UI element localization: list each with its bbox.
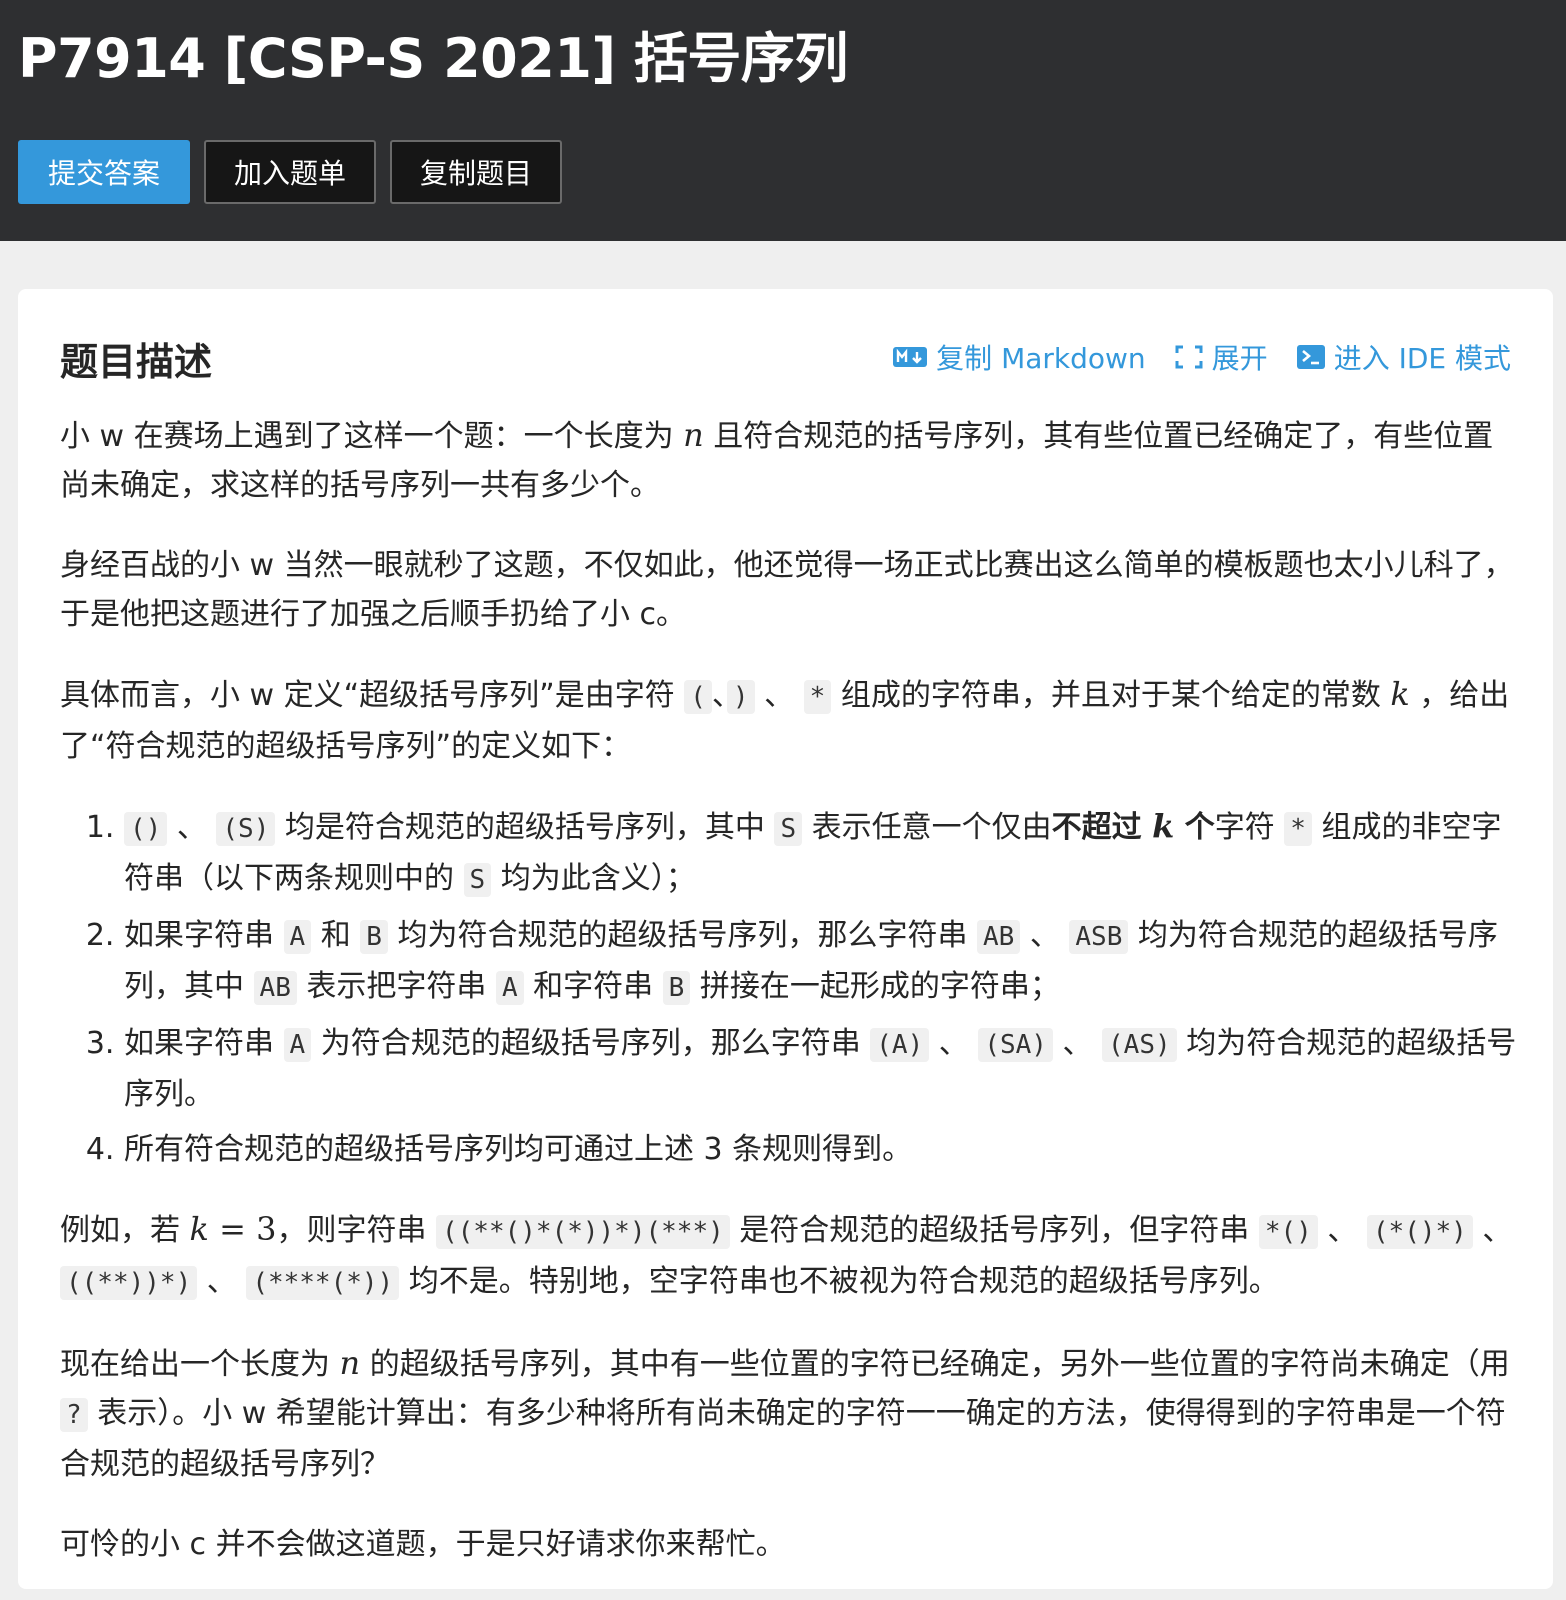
inline-code: ( (684, 680, 712, 714)
inline-code: ? (60, 1398, 88, 1432)
paragraph: 可怜的小 c 并不会做这道题，于是只好请求你来帮忙。 (60, 1527, 786, 1562)
ide-mode-link[interactable]: 进入 IDE 模式 (1296, 337, 1511, 377)
inline-code: AB (977, 920, 1021, 954)
inline-code: (*()*) (1366, 1215, 1473, 1249)
copy-problem-button[interactable]: 复制题目 (390, 140, 562, 204)
inline-code: (S) (216, 812, 276, 846)
submit-button[interactable]: 提交答案 (18, 140, 190, 204)
math-k: k (189, 1210, 209, 1248)
inline-code: ) (726, 680, 755, 714)
section-title: 题目描述 (60, 340, 213, 384)
page-title: P7914 [CSP-S 2021] 括号序列 (18, 27, 848, 90)
rules-list: () 、 (S) 均是符合规范的超级括号序列，其中 S 表示任意一个仅由不超过 … (60, 802, 1520, 1174)
inline-code: *() (1258, 1215, 1318, 1249)
list-item: () 、 (S) 均是符合规范的超级括号序列，其中 S 表示任意一个仅由不超过 … (124, 802, 1520, 905)
problem-header: P7914 [CSP-S 2021] 括号序列 提交答案 加入题单 复制题目 (0, 0, 1566, 241)
inline-code: ASB (1069, 920, 1129, 954)
paragraph: 例如，若 k = 3，则字符串 ((**()*(*))*)(***) 是符合规范… (60, 1210, 1513, 1300)
inline-code: B (360, 920, 388, 954)
add-to-list-button[interactable]: 加入题单 (204, 140, 376, 204)
terminal-icon (1296, 344, 1326, 370)
inline-code: ((**()*(*))*)(***) (436, 1215, 730, 1249)
inline-code: * (1284, 812, 1312, 846)
inline-code: A (495, 971, 524, 1005)
inline-code: (A) (870, 1028, 930, 1062)
math-k: k (1152, 807, 1175, 845)
inline-code: (SA) (978, 1028, 1053, 1062)
inline-code: (AS) (1102, 1028, 1177, 1062)
math-k: k (1390, 675, 1410, 713)
inline-code: A (283, 920, 312, 954)
list-item: 如果字符串 A 和 B 均为符合规范的超级括号序列，那么字符串 AB 、 ASB… (124, 911, 1520, 1013)
paragraph: 现在给出一个长度为 n 的超级括号序列，其中有一些位置的字符已经确定，另外一些位… (60, 1344, 1510, 1482)
inline-code: S (774, 812, 803, 846)
list-item: 所有符合规范的超级括号序列均可通过上述 3 条规则得到。 (124, 1125, 1520, 1174)
math-n: n (683, 416, 704, 454)
copy-markdown-label: 复制 Markdown (936, 342, 1146, 375)
paragraph: 身经百战的小 w 当然一眼就秒了这题，不仅如此，他还觉得一场正式比赛出这么简单的… (60, 548, 1514, 632)
inline-code: A (283, 1028, 312, 1062)
paragraph: 小 w 在赛场上遇到了这样一个题：一个长度为 n 且符合规范的括号序列，其有些位… (60, 416, 1494, 503)
copy-markdown-link[interactable]: 复制 Markdown (892, 337, 1146, 377)
ide-mode-label: 进入 IDE 模式 (1333, 342, 1511, 375)
paragraph: 具体而言，小 w 定义“超级括号序列”是由字符 (、) 、 * 组成的字符串，并… (60, 675, 1510, 764)
expand-link[interactable]: 展开 (1174, 337, 1268, 377)
inline-code: B (662, 971, 691, 1005)
inline-code: () (124, 812, 168, 846)
math-n: n (339, 1344, 361, 1382)
problem-description: 小 w 在赛场上遇到了这样一个题：一个长度为 n 且符合规范的括号序列，其有些位… (60, 411, 1520, 1600)
problem-card: 题目描述 复制 Markdown 展开 进入 IDE 模式 小 w 在赛场上遇到… (18, 289, 1553, 1589)
inline-code: AB (253, 971, 297, 1005)
inline-code: (****(*)) (246, 1266, 400, 1300)
markdown-icon (892, 345, 928, 369)
inline-code: ((**))*) (60, 1266, 198, 1300)
card-actions: 复制 Markdown 展开 进入 IDE 模式 (892, 337, 1511, 377)
inline-code: S (463, 863, 492, 897)
inline-code: * (803, 680, 832, 714)
math-eq: = 3 (208, 1210, 277, 1248)
expand-label: 展开 (1211, 342, 1268, 375)
expand-icon (1174, 344, 1204, 370)
list-item: 如果字符串 A 为符合规范的超级括号序列，那么字符串 (A) 、 (SA) 、 … (124, 1019, 1520, 1119)
